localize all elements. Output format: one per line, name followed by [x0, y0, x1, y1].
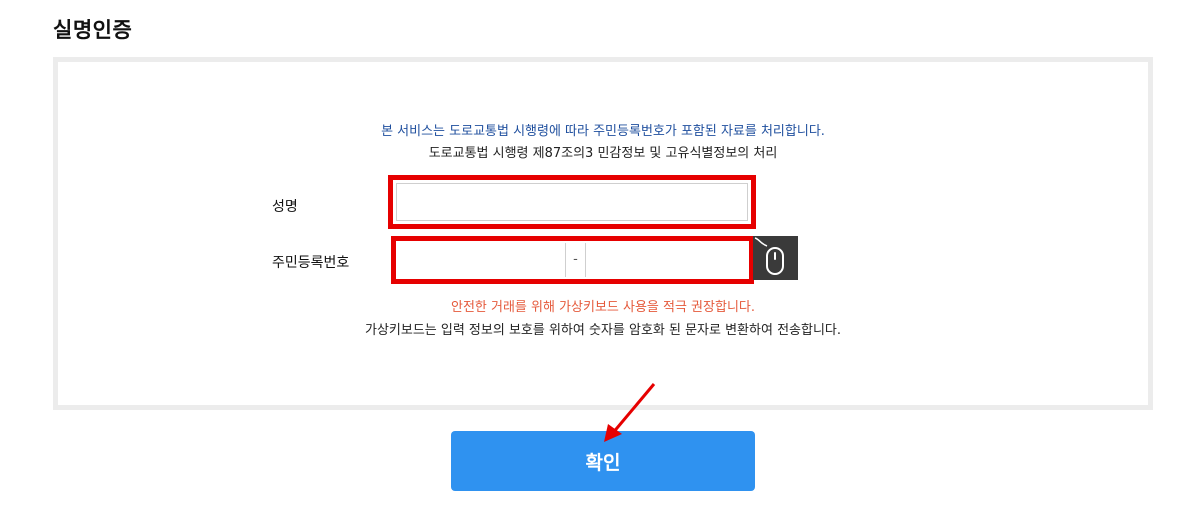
verification-panel: 본 서비스는 도로교통법 시행령에 따라 주민등록번호가 포함된 자료를 처리합… [53, 57, 1153, 410]
mouse-icon [754, 237, 784, 275]
name-label: 성명 [272, 199, 298, 215]
confirm-button[interactable]: 확인 [451, 431, 755, 491]
rrn-label: 주민등록번호 [272, 255, 350, 271]
rrn-field-highlight: - [391, 236, 754, 284]
name-field-highlight [388, 175, 756, 229]
notice-text: 본 서비스는 도로교통법 시행령에 따라 주민등록번호가 포함된 자료를 처리합… [381, 124, 825, 139]
keyboard-info-text: 가상키보드는 입력 정보의 보호를 위하여 숫자를 암호화 된 문자로 변환하여… [364, 323, 842, 338]
virtual-keyboard-button[interactable] [753, 236, 798, 280]
keyboard-recommend-text: 안전한 거래를 위해 가상키보드 사용을 적극 권장합니다. [450, 300, 755, 315]
notice-subtext: 도로교통법 시행령 제87조의3 민감정보 및 고유식별정보의 처리 [428, 146, 778, 161]
rrn-separator: - [565, 243, 586, 277]
name-input[interactable] [396, 183, 748, 221]
rrn-back-input[interactable] [586, 243, 747, 277]
rrn-front-input[interactable] [398, 243, 565, 277]
page-title: 실명인증 [53, 18, 133, 42]
